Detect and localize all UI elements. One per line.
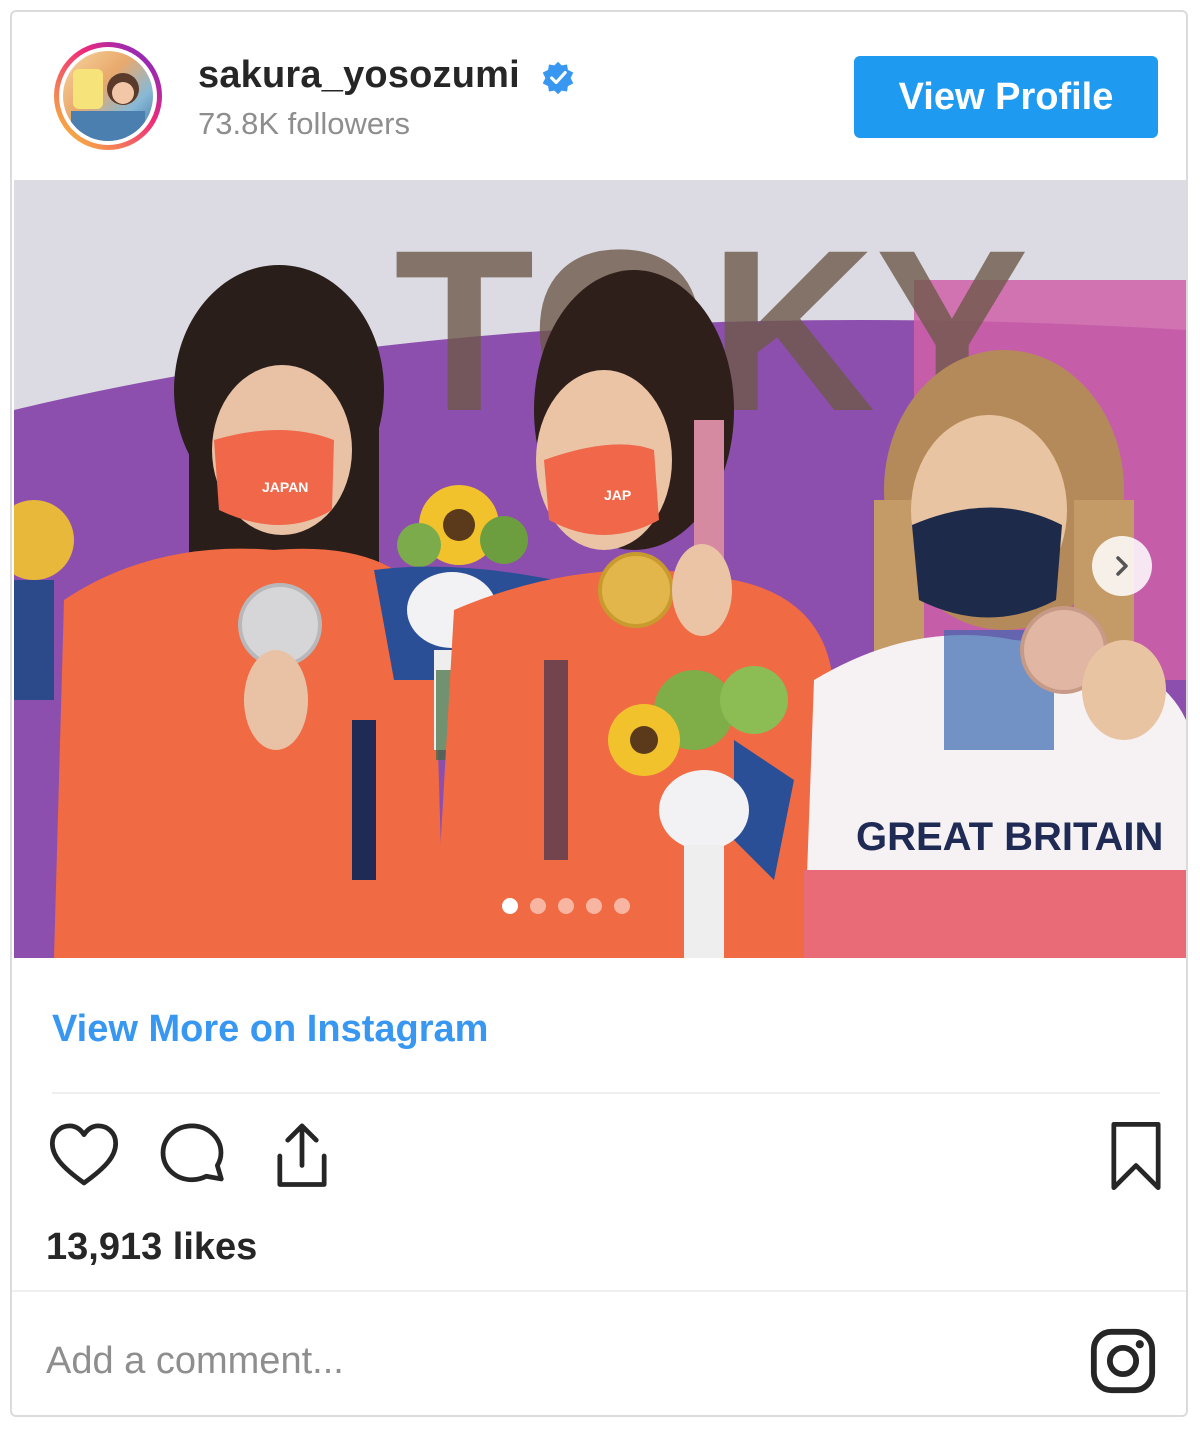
- post-header: sakura_yosozumi 73.8K followers View Pro…: [12, 12, 1186, 180]
- follower-count: 73.8K followers: [198, 106, 410, 141]
- chevron-right-icon: [1116, 556, 1128, 576]
- avatar[interactable]: [54, 42, 162, 150]
- carousel-next-button[interactable]: [1092, 536, 1152, 596]
- like-count: 13,913 likes: [46, 1226, 258, 1268]
- carousel-dot: [586, 898, 602, 914]
- post-image[interactable]: TOKY JAPAN: [14, 180, 1186, 958]
- instagram-embed-card: sakura_yosozumi 73.8K followers View Pro…: [10, 10, 1188, 1417]
- mask-text-center: JAP: [604, 487, 631, 503]
- instagram-logo-icon[interactable]: [1088, 1326, 1158, 1396]
- carousel-dot: [530, 898, 546, 914]
- avatar-image: [63, 51, 153, 141]
- comment-icon[interactable]: [154, 1118, 230, 1194]
- carousel-dot: [502, 898, 518, 914]
- share-icon[interactable]: [264, 1118, 340, 1194]
- mask-text-left: JAPAN: [262, 479, 308, 495]
- verified-badge-icon: [542, 61, 574, 95]
- view-more-link[interactable]: View More on Instagram: [52, 1008, 488, 1051]
- carousel-dot: [614, 898, 630, 914]
- heart-icon[interactable]: [46, 1118, 122, 1194]
- action-bar: [42, 1118, 1162, 1198]
- divider: [12, 1290, 1186, 1292]
- carousel-dot: [558, 898, 574, 914]
- carousel-indicator: [502, 898, 630, 914]
- divider: [52, 1092, 1160, 1094]
- view-profile-button[interactable]: View Profile: [854, 56, 1158, 138]
- username[interactable]: sakura_yosozumi: [198, 54, 520, 97]
- comment-input[interactable]: Add a comment...: [46, 1340, 344, 1383]
- bookmark-icon[interactable]: [1098, 1118, 1174, 1194]
- jacket-text: GREAT BRITAIN: [856, 815, 1163, 859]
